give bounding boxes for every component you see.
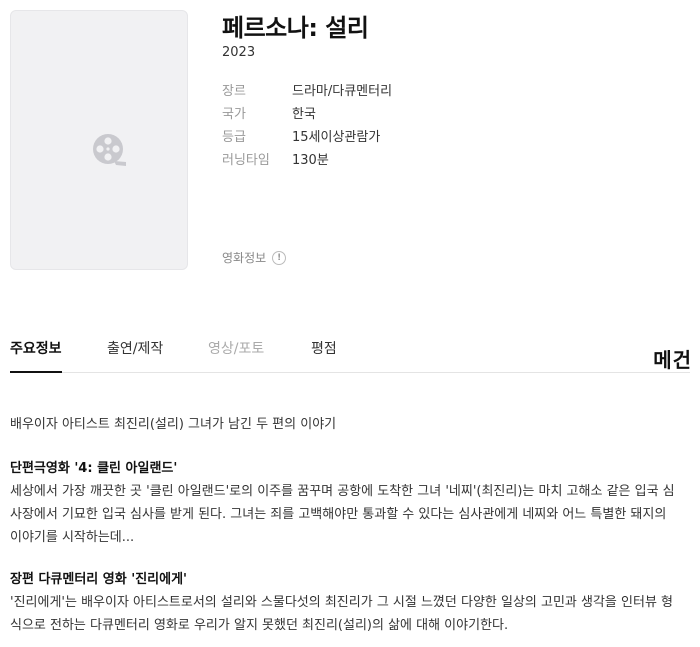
section1-line: 사장에서 기묘한 입국 심사를 받게 된다. 그녀는 죄를 고백해야만 통과할 …: [10, 507, 667, 522]
movie-info-label: 영화정보: [222, 251, 267, 265]
section1-line: 세상에서 가장 깨끗한 곳 '클린 아일랜드'로의 이주를 꿈꾸며 공항에 도착…: [10, 484, 675, 499]
info-key: 러닝타임: [222, 153, 270, 168]
info-row-runtime: 러닝타임 130분: [222, 149, 329, 168]
tab-cast-crew[interactable]: 출연/제작: [107, 338, 163, 358]
info-value: 한국: [292, 107, 316, 122]
section1-line: 이야기를 시작하는데...: [10, 530, 135, 545]
movie-title: 페르소나: 설리: [222, 14, 369, 42]
section2-line: 식으로 전하는 다큐멘터리 영화로 우리가 알지 못했던 최진리(설리)의 삶에…: [10, 618, 509, 633]
tab-main-info[interactable]: 주요정보: [10, 338, 62, 373]
section2-title: 장편 다큐멘터리 영화 '진리에게': [10, 572, 188, 587]
info-value: 130분: [292, 153, 329, 168]
section2-line: '진리에게'는 배우이자 아티스트로서의 설리와 스물다섯의 최진리가 그 시절…: [10, 595, 674, 610]
synopsis-intro: 배우이자 아티스트 최진리(설리) 그녀가 남긴 두 편의 이야기: [10, 417, 337, 432]
info-value: 드라마/다큐멘터리: [292, 84, 393, 99]
info-key: 등급: [222, 130, 246, 145]
movie-year: 2023: [222, 45, 256, 60]
poster-placeholder: [10, 10, 188, 270]
tab-bar: 주요정보 출연/제작 영상/포토 평점: [10, 338, 690, 373]
tab-video-photo[interactable]: 영상/포토: [208, 338, 264, 358]
info-row-country: 국가 한국: [222, 103, 316, 122]
exclamation-icon: !: [272, 250, 287, 265]
movie-info-link[interactable]: 영화정보 !: [222, 249, 287, 266]
info-row-rating: 등급 15세이상관람가: [222, 126, 380, 145]
tab-reviews[interactable]: 평점: [311, 338, 337, 358]
section1-title: 단편극영화 '4: 클린 아일랜드': [10, 461, 178, 476]
info-row-genre: 장르 드라마/다큐멘터리: [222, 80, 392, 99]
brand-logo: 메건: [653, 348, 692, 372]
film-reel-icon: [93, 134, 126, 166]
info-value: 15세이상관람가: [292, 130, 381, 145]
info-key: 국가: [222, 107, 246, 122]
info-key: 장르: [222, 84, 246, 99]
